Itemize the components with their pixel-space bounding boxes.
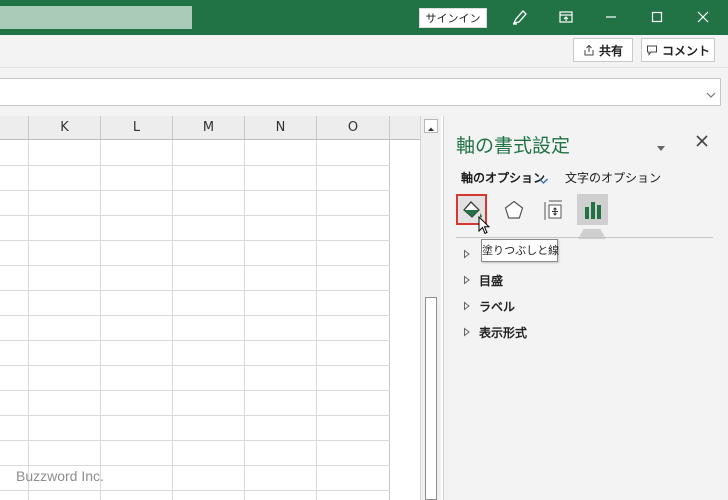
caret-right-icon	[464, 327, 470, 337]
column-header-l[interactable]: L	[101, 116, 173, 140]
caret-right-icon	[464, 275, 470, 285]
grid-line	[0, 165, 390, 166]
pentagon-icon	[504, 200, 523, 219]
section-axis-options[interactable]	[463, 245, 471, 263]
section-label: 目盛	[479, 273, 504, 288]
size-properties-button[interactable]	[538, 194, 569, 225]
grid-line	[0, 190, 390, 191]
worksheet-grid[interactable]: K L M N O	[0, 116, 420, 500]
column-header-partial[interactable]	[0, 116, 29, 140]
pane-title: 軸の書式設定	[456, 135, 571, 157]
grid-line	[172, 140, 173, 500]
excel-window: サインイン 共有 コメント K L M N O 軸の書式設定 軸のオプション 文…	[0, 0, 728, 500]
grid-line	[0, 390, 390, 391]
divider	[456, 237, 713, 238]
maximize-icon[interactable]	[645, 5, 669, 29]
comment-icon	[646, 45, 657, 56]
axis-options-button[interactable]	[577, 194, 608, 225]
caret-right-icon	[464, 249, 470, 259]
grid-line	[389, 140, 390, 500]
tooltip: 塗りつぶしと線	[481, 239, 559, 262]
grid-line	[0, 440, 390, 441]
chevron-down-icon[interactable]	[538, 171, 549, 184]
minimize-icon[interactable]	[599, 5, 623, 29]
grid-line	[100, 140, 101, 500]
grid-line	[316, 140, 317, 500]
scroll-up-button[interactable]	[424, 119, 438, 133]
signin-button[interactable]: サインイン	[419, 8, 487, 28]
pen-icon[interactable]	[508, 5, 532, 29]
grid-line	[0, 340, 390, 341]
section-labels[interactable]: ラベル	[463, 297, 515, 315]
ribbon-display-icon[interactable]	[554, 5, 578, 29]
column-header-o[interactable]: O	[317, 116, 390, 140]
grid-line	[0, 365, 390, 366]
section-label: 表示形式	[479, 325, 528, 340]
section-label: ラベル	[479, 299, 516, 314]
grid-line	[28, 140, 29, 500]
column-header-n[interactable]: N	[245, 116, 317, 140]
close-window-icon[interactable]	[691, 5, 715, 29]
share-button[interactable]: 共有	[573, 38, 633, 62]
pane-options-dropdown-icon[interactable]	[656, 138, 666, 151]
grid-line	[0, 490, 390, 491]
grid-line	[0, 415, 390, 416]
tab-text-options[interactable]: 文字のオプション	[565, 169, 661, 186]
column-header-k[interactable]: K	[29, 116, 101, 140]
comment-label: コメント	[661, 43, 710, 58]
column-header-m[interactable]: M	[173, 116, 245, 140]
comment-button[interactable]: コメント	[641, 38, 715, 62]
column-header-partial-right[interactable]	[390, 116, 420, 140]
section-tick-marks[interactable]: 目盛	[463, 271, 503, 289]
tab-axis-options[interactable]: 軸のオプション	[461, 169, 545, 186]
mouse-cursor-icon	[478, 215, 491, 235]
bar-chart-icon	[584, 201, 601, 219]
size-properties-icon	[544, 200, 562, 220]
grid-line	[0, 465, 390, 466]
pane-close-icon[interactable]	[695, 133, 709, 147]
grid-line	[0, 265, 390, 266]
title-search-box[interactable]	[0, 6, 192, 29]
grid-line	[0, 290, 390, 291]
grid-line	[0, 240, 390, 241]
watermark: Buzzword Inc.	[16, 468, 104, 484]
scrollbar-thumb[interactable]	[425, 297, 437, 500]
grid-line	[244, 140, 245, 500]
effects-button[interactable]	[498, 194, 529, 225]
share-label: 共有	[598, 43, 623, 58]
formula-bar-input[interactable]	[0, 78, 721, 106]
section-number-format[interactable]: 表示形式	[463, 323, 527, 341]
share-icon	[584, 44, 594, 56]
expand-formula-bar-icon[interactable]	[704, 86, 718, 98]
grid-line	[0, 315, 390, 316]
caret-right-icon	[464, 301, 470, 311]
grid-line	[0, 215, 390, 216]
